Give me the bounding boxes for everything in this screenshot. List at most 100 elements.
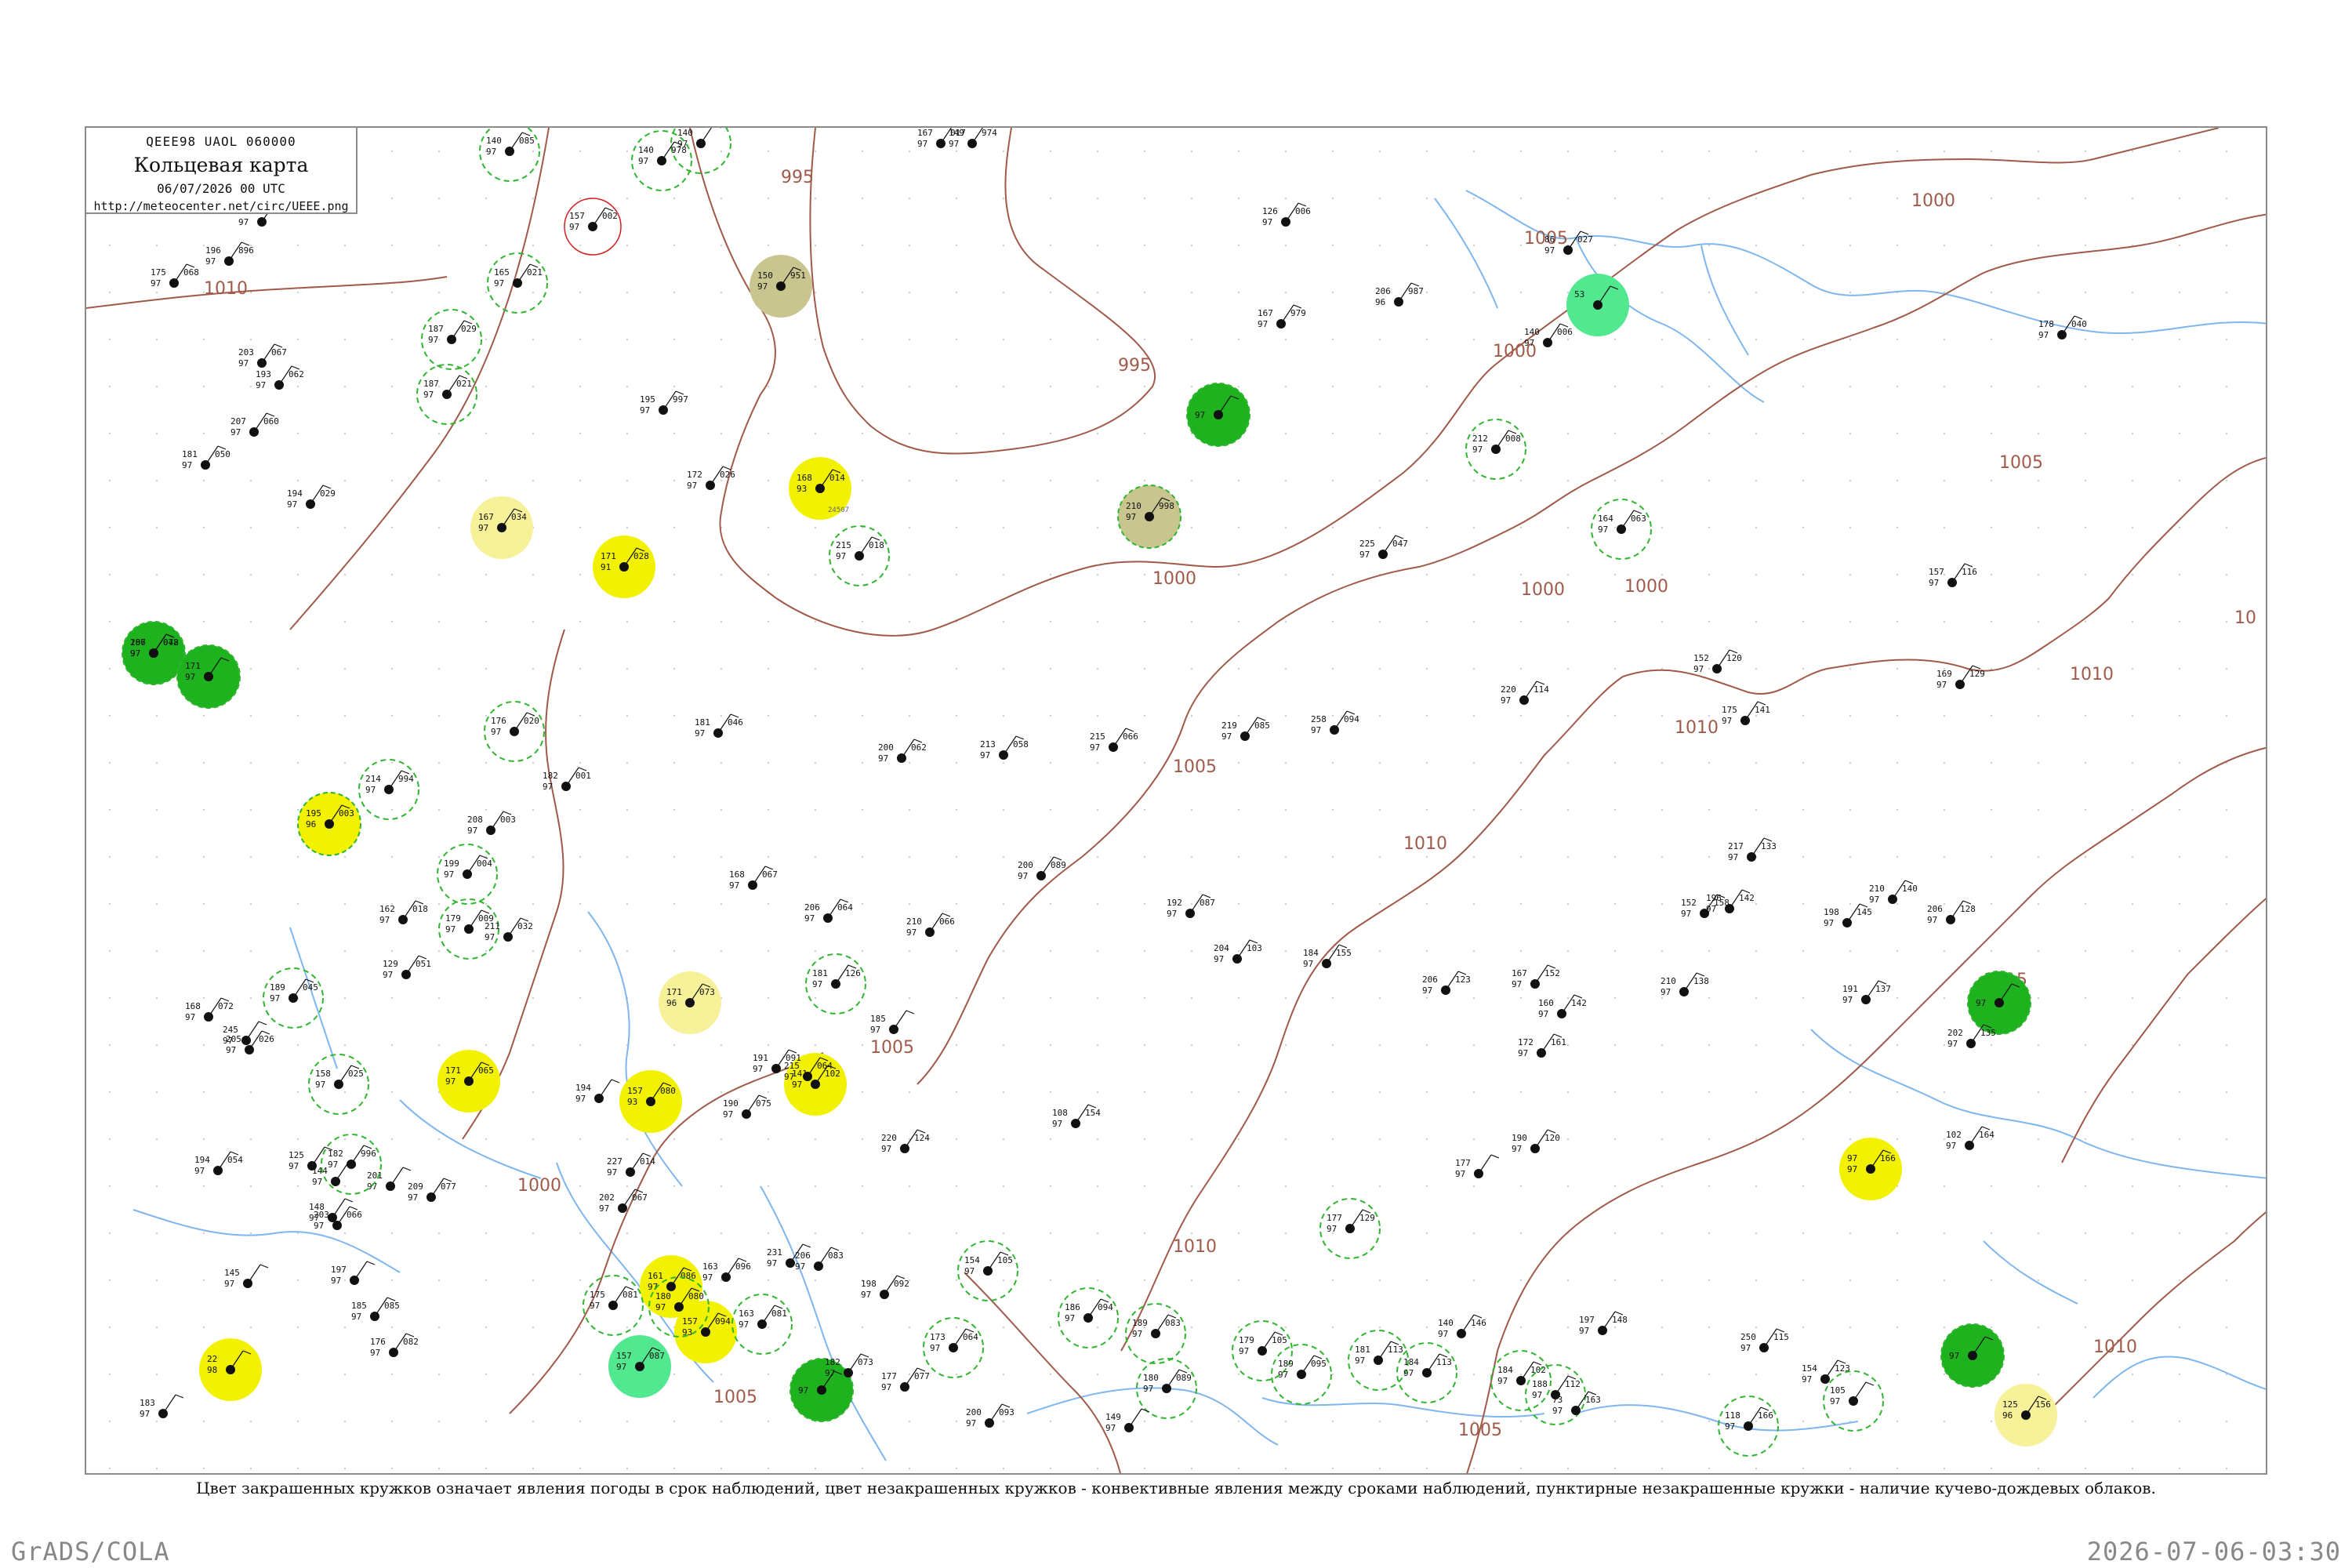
- station-visibility: 97: [185, 672, 195, 682]
- station-visibility: 97: [964, 1266, 975, 1276]
- station-temperature: 210: [1661, 976, 1676, 986]
- station-pressure: 087: [1200, 898, 1215, 908]
- station-temperature: 149: [1105, 1412, 1121, 1422]
- station-temperature: 185: [870, 1014, 886, 1024]
- station-temperature: 188: [1532, 1379, 1548, 1389]
- station-visibility: 97: [315, 1080, 325, 1090]
- station-temperature: 207: [230, 416, 246, 426]
- station-temperature: 176: [370, 1337, 386, 1347]
- station-group: 171 028 91: [593, 535, 655, 598]
- station-group: 171 073 96: [659, 971, 721, 1034]
- station-pressure: 029: [461, 324, 477, 334]
- station-temperature: 175: [1722, 705, 1737, 715]
- station-temperature: 102: [1946, 1130, 1962, 1140]
- station-pressure: 008: [1505, 434, 1521, 444]
- station-pressure: 094: [1098, 1302, 1113, 1312]
- station-group: 195 003 96: [297, 792, 361, 856]
- station-visibility: 97: [861, 1290, 871, 1300]
- station-pressure: 087: [649, 1351, 665, 1361]
- station-temperature: 118: [1725, 1410, 1740, 1421]
- isobar-label: 1005: [1999, 453, 2043, 473]
- station-visibility: 97: [445, 1076, 456, 1087]
- station-pressure: 085: [1254, 720, 1270, 731]
- station-temperature: 181: [1355, 1345, 1370, 1355]
- station-temperature: 185: [351, 1301, 367, 1311]
- station-temperature: 181: [182, 449, 198, 459]
- isobar-label: 1010: [2093, 1338, 2137, 1357]
- isobar-label: 1010: [204, 279, 248, 299]
- station-temperature: 86: [1544, 234, 1555, 245]
- station-visibility: 93: [627, 1097, 637, 1107]
- station-visibility: 97: [1311, 725, 1321, 735]
- station-temperature: 209: [408, 1181, 423, 1192]
- station-temperature: 178: [2038, 319, 2054, 329]
- station-temperature: 220: [881, 1133, 897, 1143]
- station-temperature: 108: [1052, 1108, 1068, 1118]
- station-visibility: 97: [1722, 716, 1732, 726]
- station-visibility: 97: [1661, 987, 1671, 997]
- station-group: 97: [1967, 971, 2031, 1035]
- station-temperature: 191: [753, 1053, 768, 1063]
- station-pressure: 032: [517, 921, 533, 931]
- station-temperature: 206: [795, 1250, 811, 1261]
- station-visibility: 97: [140, 1409, 150, 1419]
- station-visibility: 97: [408, 1192, 418, 1203]
- station-pressure: 080: [660, 1086, 676, 1096]
- station-visibility: 97: [1579, 1326, 1589, 1336]
- station-pressure: 156: [2035, 1399, 2051, 1410]
- station-temperature: 97: [1847, 1153, 1857, 1163]
- station-pressure: 021: [527, 267, 543, 278]
- station-temperature: 206: [1927, 904, 1943, 914]
- station-pressure: 140: [1902, 884, 1918, 894]
- station-temperature: 200: [1018, 860, 1033, 870]
- station-pressure: 126: [845, 968, 861, 978]
- station-pressure: 072: [218, 1001, 234, 1011]
- station-pressure: 018: [412, 904, 428, 914]
- station-pressure: 028: [633, 551, 649, 561]
- station-visibility: 97: [1740, 1343, 1751, 1353]
- station-visibility: 97: [1472, 445, 1483, 455]
- station-visibility: 93: [797, 484, 807, 494]
- station-visibility: 97: [1927, 915, 1937, 925]
- station-temperature: 168: [185, 1001, 201, 1011]
- station-group: 171 065 97: [437, 1050, 500, 1112]
- station-temperature: 145: [224, 1268, 240, 1278]
- station-temperature: 197: [331, 1265, 347, 1275]
- isobar-label: 1005: [1458, 1421, 1502, 1440]
- station-visibility: 97: [224, 1279, 234, 1289]
- station-pressure: 026: [720, 470, 735, 480]
- isobar-label: 1010: [2070, 665, 2114, 684]
- isobar-label: 1005: [713, 1388, 757, 1407]
- station-visibility: 97: [494, 278, 504, 289]
- station-temperature: 215: [784, 1061, 800, 1071]
- station-temperature: 154: [1802, 1363, 1817, 1374]
- station-pressure: 146: [1471, 1318, 1486, 1328]
- source-url[interactable]: http://meteocenter.net/circ/UEEE.png: [86, 199, 356, 213]
- station-pressure: 060: [263, 416, 279, 426]
- station-group: 157 087 97: [608, 1335, 671, 1398]
- station-visibility: 97: [230, 427, 241, 437]
- station-temperature: 73: [1552, 1395, 1563, 1405]
- station-pressure: 138: [1693, 976, 1709, 986]
- station-pressure: 998: [1159, 501, 1174, 511]
- isobar-label: 995: [781, 168, 814, 187]
- legend-caption: Цвет закрашенных кружков означает явлени…: [196, 1479, 2156, 1497]
- station-visibility: 97: [1802, 1374, 1812, 1385]
- station-temperature: 22: [207, 1354, 217, 1364]
- isobar-label: 1010: [1173, 1237, 1217, 1257]
- station-visibility: 97: [949, 139, 959, 149]
- station-pressure: 166: [1880, 1153, 1896, 1163]
- station-temperature: 140: [677, 128, 693, 138]
- station-visibility: 97: [379, 915, 390, 925]
- station-visibility: 97: [1949, 1351, 1959, 1361]
- station-group: 2298: [199, 1338, 262, 1401]
- station-temperature: 150: [757, 270, 773, 281]
- station-visibility: 97: [1947, 1039, 1958, 1049]
- station-visibility: 97: [966, 1418, 976, 1428]
- station-temperature: 189: [270, 982, 285, 993]
- station-pressure: 004: [477, 858, 492, 869]
- station-pressure: 034: [511, 512, 527, 522]
- station-temperature: 154: [964, 1255, 980, 1265]
- station-visibility: 97: [1552, 1406, 1563, 1416]
- station-pressure: 096: [735, 1261, 751, 1272]
